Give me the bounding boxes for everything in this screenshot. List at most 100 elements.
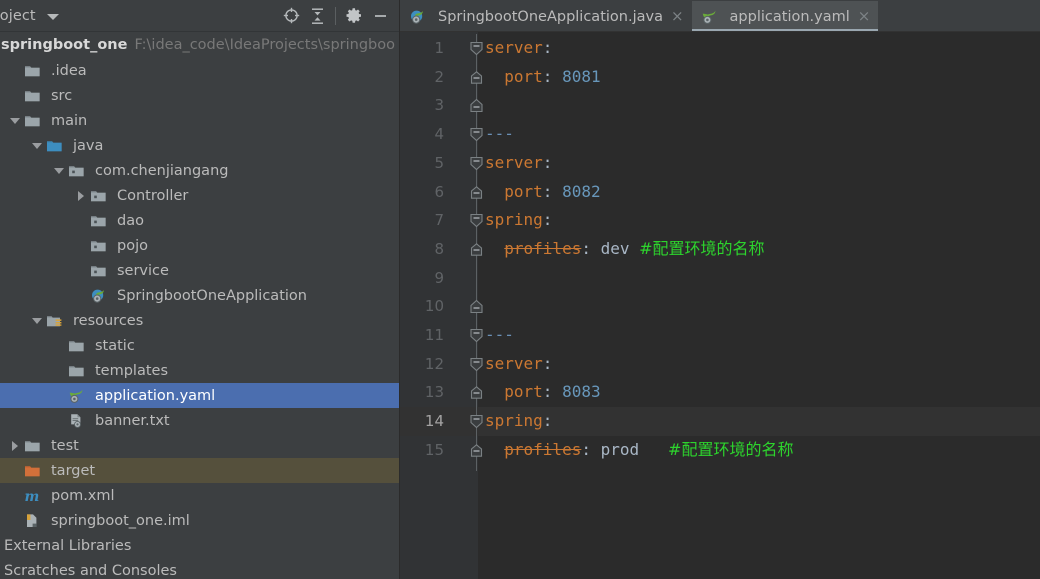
- tree-item-banner-txt[interactable]: banner.txt: [0, 408, 399, 433]
- editor-tab-springbootoneapplication-java[interactable]: SpringbootOneApplication.java ×: [400, 1, 692, 32]
- hide-window-icon[interactable]: [367, 3, 393, 29]
- tree-item-static[interactable]: static: [0, 333, 399, 358]
- code-editor[interactable]: 1 server: 2 port: 8081 3 4 --- 5 server: 6 port:…: [400, 32, 1040, 579]
- code-line[interactable]: 14 spring:: [400, 407, 1040, 436]
- code-line[interactable]: 4 ---: [400, 120, 1040, 149]
- line-number: 2: [434, 67, 444, 86]
- tree-item-label: src: [51, 87, 73, 104]
- fold-marker-start[interactable]: [469, 414, 484, 429]
- tree-item-label: templates: [95, 362, 169, 379]
- code-line[interactable]: 12 server:: [400, 350, 1040, 379]
- code-line[interactable]: 10: [400, 292, 1040, 321]
- project-root-row[interactable]: springboot_one F:\idea_code\IdeaProjects…: [0, 32, 399, 58]
- line-number: 15: [424, 440, 444, 459]
- tree-item-main[interactable]: main: [0, 108, 399, 133]
- fold-marker-end[interactable]: [469, 98, 484, 113]
- code-line-text: spring:: [485, 411, 553, 431]
- tool-window-header: roject: [0, 0, 399, 32]
- line-number: 10: [424, 297, 444, 316]
- code-line-text: server:: [485, 152, 553, 172]
- package-icon: [68, 163, 90, 179]
- code-line-text: profiles: dev #配置环境的名称: [504, 238, 765, 258]
- fold-marker-mid[interactable]: [469, 70, 484, 85]
- fold-marker-mid[interactable]: [469, 385, 484, 400]
- code-line[interactable]: 1 server:: [400, 34, 1040, 63]
- folder-orange-icon: [24, 463, 46, 479]
- chevron-right-icon[interactable]: [8, 439, 22, 453]
- fold-marker-mid[interactable]: [469, 443, 484, 458]
- tree-item-java[interactable]: java: [0, 133, 399, 158]
- fold-marker-mid[interactable]: [469, 185, 484, 200]
- code-line[interactable]: 9: [400, 264, 1040, 293]
- code-line-text: port: 8082: [504, 181, 601, 201]
- tree-item-external-libraries[interactable]: External Libraries: [0, 533, 399, 558]
- code-line[interactable]: 3: [400, 91, 1040, 120]
- fold-marker-start[interactable]: [469, 328, 484, 343]
- code-line[interactable]: 7 spring:: [400, 206, 1040, 235]
- tree-item-springbootoneapplication[interactable]: SpringbootOneApplication: [0, 283, 399, 308]
- code-line[interactable]: 5 server:: [400, 149, 1040, 178]
- chevron-down-icon[interactable]: [30, 314, 44, 328]
- tree-item-label: pom.xml: [51, 487, 115, 504]
- chevron-right-icon[interactable]: [74, 189, 88, 203]
- tree-item-target[interactable]: target: [0, 458, 399, 483]
- close-icon[interactable]: ×: [858, 9, 871, 24]
- settings-gear-icon[interactable]: [341, 3, 367, 29]
- fold-marker-start[interactable]: [469, 156, 484, 171]
- tree-item-pojo[interactable]: pojo: [0, 233, 399, 258]
- code-line[interactable]: 2 port: 8081: [400, 63, 1040, 92]
- code-line[interactable]: 13 port: 8083: [400, 378, 1040, 407]
- svg-text:m: m: [25, 489, 40, 504]
- tree-item-pom-xml[interactable]: m pom.xml: [0, 483, 399, 508]
- tree-item-label: Scratches and Consoles: [4, 562, 177, 579]
- tree-item-application-yaml[interactable]: application.yaml: [0, 383, 399, 408]
- locate-icon[interactable]: [278, 3, 304, 29]
- chevron-down-icon[interactable]: [46, 13, 59, 20]
- fold-marker-start[interactable]: [469, 213, 484, 228]
- tree-item-dao[interactable]: dao: [0, 208, 399, 233]
- tree-item-com-chenjiangang[interactable]: com.chenjiangang: [0, 158, 399, 183]
- code-line-text: server:: [485, 353, 553, 373]
- fold-marker-end[interactable]: [469, 299, 484, 314]
- collapse-all-icon[interactable]: [304, 3, 330, 29]
- project-tree[interactable]: springboot_one F:\idea_code\IdeaProjects…: [0, 32, 399, 579]
- line-number: 4: [434, 125, 444, 144]
- line-number: 5: [434, 153, 444, 172]
- chevron-down-icon[interactable]: [52, 164, 66, 178]
- code-line[interactable]: 6 port: 8082: [400, 178, 1040, 207]
- tree-item-templates[interactable]: templates: [0, 358, 399, 383]
- fold-marker-start[interactable]: [469, 41, 484, 56]
- chevron-down-icon[interactable]: [30, 139, 44, 153]
- code-line-text: ---: [485, 124, 514, 144]
- text-file-icon: [68, 413, 90, 429]
- code-line[interactable]: 8 profiles: dev #配置环境的名称: [400, 235, 1040, 264]
- code-line[interactable]: 11 ---: [400, 321, 1040, 350]
- tree-item-idea[interactable]: .idea: [0, 58, 399, 83]
- line-number: 3: [434, 96, 444, 115]
- line-number: 13: [424, 383, 444, 402]
- tree-item-src[interactable]: src: [0, 83, 399, 108]
- tree-item-resources[interactable]: resources: [0, 308, 399, 333]
- tree-item-label: static: [95, 337, 135, 354]
- fold-marker-start[interactable]: [469, 127, 484, 142]
- editor-area: SpringbootOneApplication.java × applicatio…: [400, 0, 1040, 579]
- code-line[interactable]: 15 profiles: prod #配置环境的名称: [400, 436, 1040, 465]
- close-icon[interactable]: ×: [671, 9, 684, 24]
- line-number: 11: [424, 326, 444, 344]
- fold-marker-start[interactable]: [469, 357, 484, 372]
- tree-item-scratches-and-consoles[interactable]: Scratches and Consoles: [0, 558, 399, 579]
- package-icon: [90, 213, 112, 229]
- chevron-down-icon[interactable]: [8, 114, 22, 128]
- tree-item-service[interactable]: service: [0, 258, 399, 283]
- tree-item-controller[interactable]: Controller: [0, 183, 399, 208]
- fold-marker-mid[interactable]: [469, 242, 484, 257]
- editor-tab-application-yaml[interactable]: application.yaml ×: [691, 1, 879, 32]
- tree-item-test[interactable]: test: [0, 433, 399, 458]
- tree-item-springboot-one-iml[interactable]: springboot_one.iml: [0, 508, 399, 533]
